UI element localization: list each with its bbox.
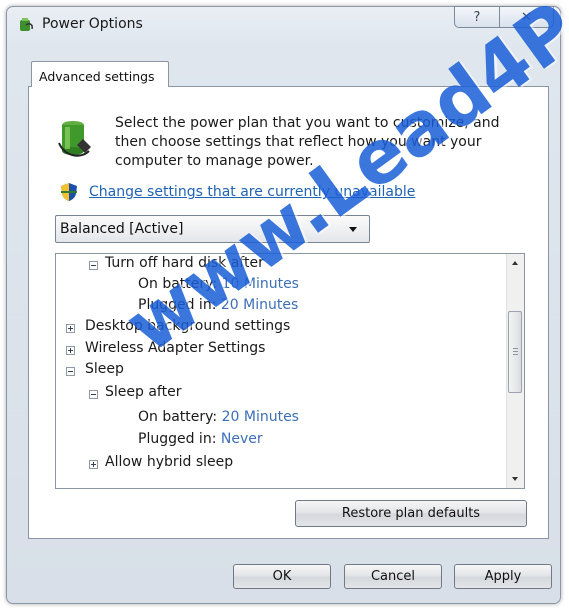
grip-line xyxy=(513,348,518,349)
close-icon: ✕ xyxy=(521,9,532,25)
expand-icon[interactable] xyxy=(66,346,75,355)
setting-value[interactable]: Never xyxy=(221,431,263,447)
setting-value[interactable]: 10 Minutes xyxy=(222,276,299,292)
help-icon: ? xyxy=(473,9,481,25)
advanced-settings-panel: Select the power plan that you want to c… xyxy=(28,86,549,539)
uac-shield-icon xyxy=(61,183,77,201)
power-options-icon xyxy=(20,18,33,31)
scroll-up-icon[interactable] xyxy=(507,254,524,271)
tree-item-label: Sleep xyxy=(85,361,124,377)
help-button[interactable]: ? xyxy=(454,6,500,28)
tree-item-sleep-on-battery[interactable]: On battery: 20 Minutes xyxy=(138,409,299,429)
tree-item-hdd-on-battery[interactable]: On battery: 10 Minutes xyxy=(138,276,299,296)
collapse-icon[interactable] xyxy=(89,390,98,399)
dropdown-arrow-icon[interactable] xyxy=(349,227,357,232)
tree-item-hdd-plugged-in[interactable]: Plugged in: 20 Minutes xyxy=(138,297,298,317)
setting-value[interactable]: 20 Minutes xyxy=(222,409,299,425)
scrollbar-thumb[interactable] xyxy=(508,311,522,393)
setting-label: On battery: xyxy=(138,409,218,425)
tree-scrollbar[interactable] xyxy=(506,254,524,488)
title-bar[interactable]: Power Options ? ✕ xyxy=(7,6,560,37)
cancel-button[interactable]: Cancel xyxy=(344,564,442,589)
battery-plug-icon xyxy=(58,121,91,157)
setting-label: Plugged in: xyxy=(138,431,217,447)
setting-value[interactable]: 20 Minutes xyxy=(221,297,298,313)
setting-label: Plugged in: xyxy=(138,297,217,313)
apply-button[interactable]: Apply xyxy=(454,564,552,589)
expand-icon[interactable] xyxy=(89,460,98,469)
description-text: Select the power plan that you want to c… xyxy=(115,115,500,169)
tree-item-sleep-plugged-in[interactable]: Plugged in: Never xyxy=(138,431,263,451)
grip-line xyxy=(513,351,518,352)
tree-item-label: Allow hybrid sleep xyxy=(105,454,234,470)
scroll-down-icon[interactable] xyxy=(507,471,524,488)
window-title: Power Options xyxy=(42,16,143,32)
change-unavailable-settings-link[interactable]: Change settings that are currently unava… xyxy=(89,184,415,200)
collapse-icon[interactable] xyxy=(89,261,98,270)
collapse-icon[interactable] xyxy=(66,367,75,376)
ok-button[interactable]: OK xyxy=(233,564,331,589)
grip-line xyxy=(513,354,518,355)
settings-tree[interactable]: Turn off hard disk after On battery: 10 … xyxy=(55,253,525,489)
tree-item-label: Wireless Adapter Settings xyxy=(85,340,266,356)
power-options-dialog: Power Options ? ✕ Advanced settings Sele… xyxy=(6,6,561,604)
tree-item-label: Sleep after xyxy=(105,384,182,400)
tab-advanced-settings[interactable]: Advanced settings xyxy=(31,61,169,87)
expand-icon[interactable] xyxy=(66,324,75,333)
restore-plan-defaults-button[interactable]: Restore plan defaults xyxy=(295,500,527,527)
power-plan-value: Balanced [Active] xyxy=(60,221,184,237)
power-plan-dropdown[interactable]: Balanced [Active] xyxy=(55,215,370,243)
setting-label: On battery: xyxy=(138,276,218,292)
tree-item-label: Desktop background settings xyxy=(85,318,291,334)
tree-item-label: Turn off hard disk after xyxy=(105,255,264,271)
close-button[interactable]: ✕ xyxy=(499,6,554,28)
